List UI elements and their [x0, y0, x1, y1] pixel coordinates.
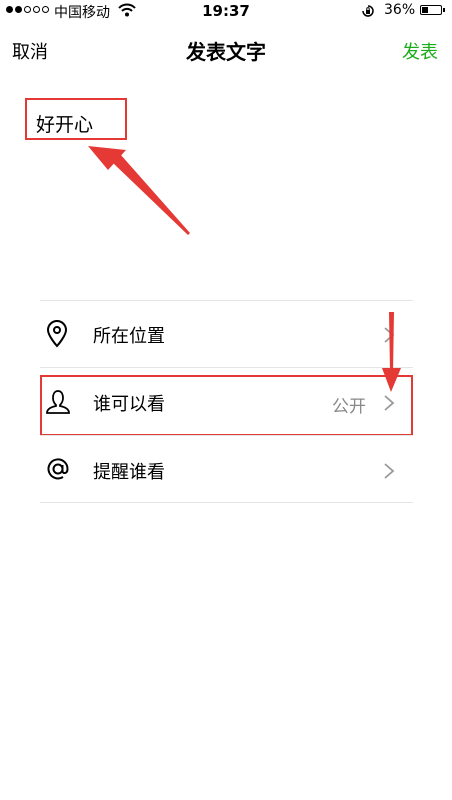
annotation-arrows	[88, 146, 401, 392]
annotation-arrow-text	[88, 146, 190, 235]
annotation-arrow-visibility	[382, 312, 401, 392]
